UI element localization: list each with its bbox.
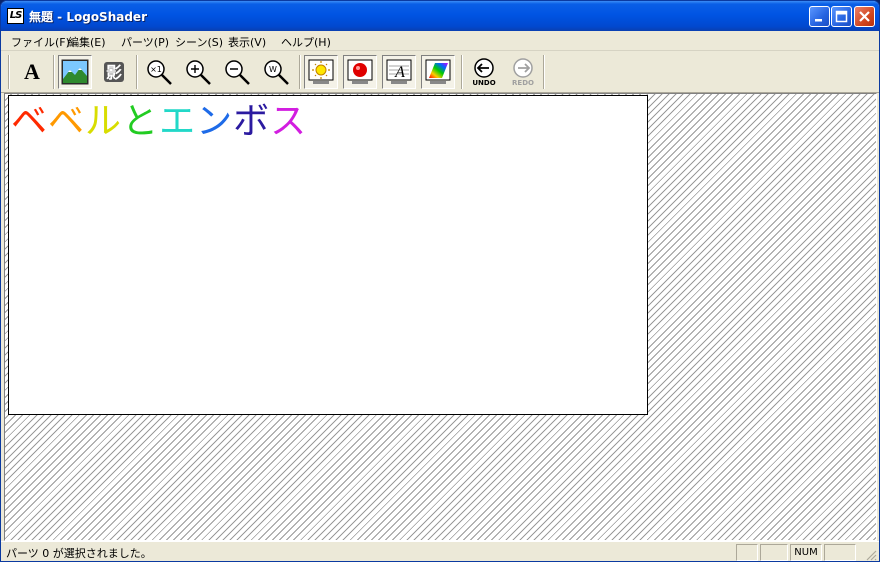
- rainbow-gradient-icon: [425, 59, 451, 84]
- texture-letter-icon: A: [386, 59, 412, 84]
- red-sphere-icon: [347, 59, 373, 84]
- logo-text-char: ボ: [233, 101, 271, 142]
- zoom-1x-button[interactable]: ×1: [142, 55, 176, 89]
- svg-text:影: 影: [106, 63, 122, 82]
- zoom-out-icon: [225, 60, 250, 85]
- logo-text-char: ベ: [11, 101, 49, 142]
- text-tool-button[interactable]: A: [15, 55, 49, 89]
- toolbar-separator: [136, 55, 138, 89]
- menu-parts[interactable]: パーツ(P): [118, 33, 172, 51]
- logo-text-char: エ: [159, 101, 197, 142]
- zoom-1x-icon: ×1: [147, 60, 172, 85]
- shadow-kanji-icon: 影: [104, 62, 124, 82]
- background-image-button[interactable]: [58, 55, 92, 89]
- app-logo-icon[interactable]: LS: [7, 8, 24, 24]
- logo-text-char: ス: [270, 101, 308, 142]
- status-panel-caps: [736, 544, 758, 561]
- maximize-icon: [835, 10, 848, 23]
- maximize-button[interactable]: [831, 6, 852, 27]
- landscape-image-icon: [61, 59, 89, 85]
- menu-edit[interactable]: 編集(E): [65, 33, 109, 51]
- design-canvas[interactable]: ベベルとエンボス: [8, 95, 648, 415]
- logo-text-char: と: [122, 101, 160, 142]
- logo-text-char: ベ: [48, 101, 86, 142]
- menu-scene[interactable]: シーン(S): [172, 33, 226, 51]
- sun-light-icon: [308, 59, 334, 84]
- toolbar-grip: [8, 55, 10, 89]
- status-panel-scrl: [824, 544, 856, 561]
- menu-file[interactable]: ファイル(F): [8, 33, 73, 51]
- status-message: パーツ 0 が選択されました。: [6, 547, 152, 560]
- minimize-icon: [815, 19, 822, 22]
- shadow-button[interactable]: 影: [97, 55, 131, 89]
- zoom-in-icon: [186, 60, 211, 85]
- light-button[interactable]: [304, 55, 338, 89]
- svg-text:W: W: [269, 65, 277, 74]
- undo-label: UNDO: [472, 78, 496, 87]
- status-bar: パーツ 0 が選択されました。 NUM: [1, 541, 879, 561]
- close-icon: [859, 11, 870, 22]
- minimize-button[interactable]: [809, 6, 830, 27]
- toolbar: A 影 ×1 W A UNDO REDO: [1, 51, 879, 93]
- redo-button[interactable]: REDO: [506, 55, 540, 89]
- toolbar-separator: [299, 55, 301, 89]
- window-title: 無題 - LogoShader: [29, 10, 147, 24]
- texture-button[interactable]: A: [382, 55, 416, 89]
- text-tool-icon: A: [24, 59, 40, 84]
- menu-view[interactable]: 表示(V): [225, 33, 269, 51]
- zoom-fit-button[interactable]: W: [259, 55, 293, 89]
- undo-button[interactable]: UNDO: [467, 55, 501, 89]
- zoom-fit-icon: W: [264, 60, 289, 85]
- title-bar[interactable]: LS 無題 - LogoShader: [1, 1, 879, 31]
- redo-arrow-icon: [513, 57, 533, 78]
- material-button[interactable]: [343, 55, 377, 89]
- menu-help[interactable]: ヘルプ(H): [278, 33, 334, 51]
- logo-text-part[interactable]: ベベルとエンボス: [11, 92, 307, 144]
- status-panel-num: NUM: [790, 544, 822, 561]
- svg-text:×1: ×1: [150, 65, 162, 74]
- zoom-in-button[interactable]: [181, 55, 215, 89]
- logo-text-char: ン: [196, 101, 234, 142]
- resize-grip-icon[interactable]: [865, 549, 877, 561]
- redo-label: REDO: [512, 78, 534, 87]
- zoom-out-button[interactable]: [220, 55, 254, 89]
- toolbar-separator: [543, 55, 545, 89]
- menu-bar: ファイル(F) 編集(E) パーツ(P) シーン(S) 表示(V) ヘルプ(H): [1, 31, 879, 51]
- toolbar-separator: [53, 55, 55, 89]
- workspace-area[interactable]: ベベルとエンボス: [4, 93, 877, 541]
- app-window: LS 無題 - LogoShader ファイル(F) 編集(E) パーツ(P) …: [0, 0, 880, 562]
- logo-text-char: ル: [85, 101, 123, 142]
- gradient-color-button[interactable]: [421, 55, 455, 89]
- svg-text:A: A: [394, 64, 405, 81]
- toolbar-separator: [461, 55, 463, 89]
- undo-arrow-icon: [474, 57, 494, 78]
- status-panel-blank: [760, 544, 788, 561]
- close-button[interactable]: [854, 6, 875, 27]
